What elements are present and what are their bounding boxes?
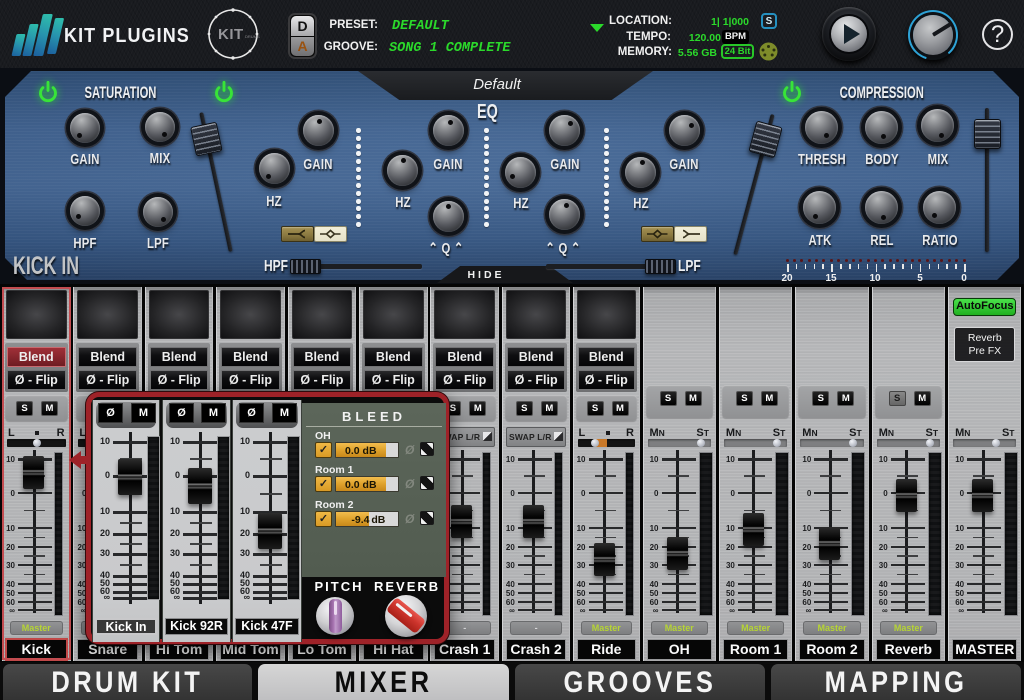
svg-text:DRUMS: DRUMS bbox=[245, 34, 260, 39]
svg-text:KIT: KIT bbox=[218, 26, 244, 43]
